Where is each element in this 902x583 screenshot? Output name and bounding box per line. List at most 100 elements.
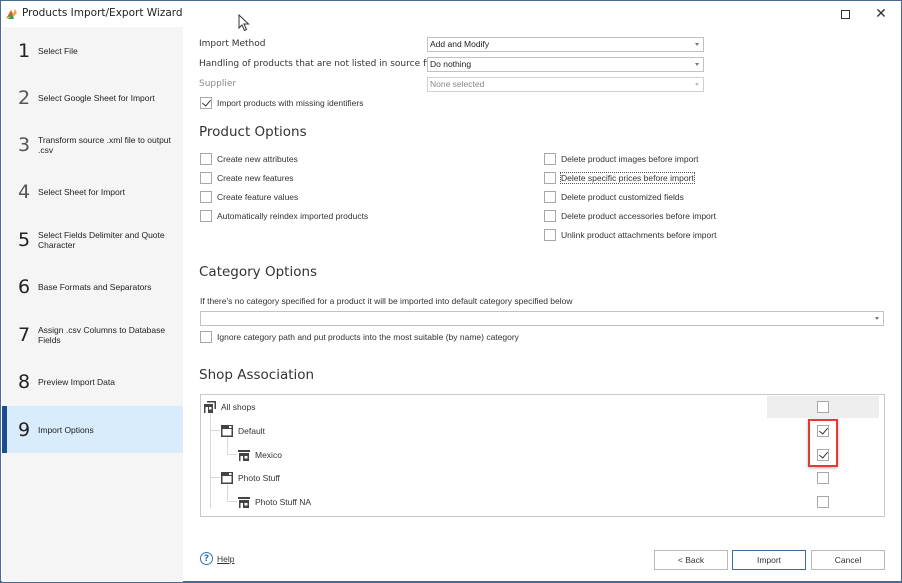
step-select-google-sheet[interactable]: 2 Select Google Sheet for Import: [2, 74, 183, 121]
shop-association-title: Shop Association: [199, 367, 315, 383]
tree-row-mexico[interactable]: Mexico: [201, 444, 884, 466]
tree-row-photo-stuff-na[interactable]: Photo Stuff NA: [201, 491, 884, 513]
step-number: 7: [18, 323, 31, 346]
handling-value: Do nothing: [430, 59, 472, 69]
handling-select[interactable]: Do nothing: [427, 57, 704, 72]
delete-customized-fields-option[interactable]: Delete product customized fields: [544, 190, 684, 204]
import-options-panel: Import Method Add and Modify Handling of…: [184, 27, 901, 582]
maximize-icon: [840, 9, 850, 19]
default-category-select[interactable]: [200, 311, 884, 326]
store-icon: [238, 497, 250, 508]
tree-label: All shops: [221, 402, 256, 412]
shop-window-icon: [221, 425, 233, 437]
chevron-down-icon: [695, 83, 699, 86]
ignore-category-path-option[interactable]: Ignore category path and put products in…: [200, 330, 519, 344]
missing-identifiers-checkbox[interactable]: [200, 97, 212, 109]
photo-stuff-shop-checkbox[interactable]: [817, 472, 829, 484]
all-shops-checkbox[interactable]: [817, 401, 829, 413]
chevron-down-icon: [875, 317, 879, 320]
step-label: Select File: [38, 45, 78, 56]
step-number: 5: [18, 228, 31, 251]
supplier-select[interactable]: None selected: [427, 77, 704, 92]
step-number: 4: [18, 180, 31, 203]
category-description: If there's no category specified for a p…: [200, 296, 573, 306]
step-select-sheet[interactable]: 4 Select Sheet for Import: [2, 168, 183, 215]
create-attributes-option[interactable]: Create new attributes: [200, 152, 298, 166]
close-button[interactable]: ✕: [863, 1, 899, 27]
title-bar: Products Import/Export Wizard ✕: [1, 1, 901, 27]
help-label: Help: [217, 553, 235, 564]
step-number: 9: [18, 418, 31, 441]
delete-specific-prices-option[interactable]: Delete specific prices before import: [544, 171, 695, 185]
step-number: 1: [18, 39, 31, 62]
help-link[interactable]: ? Help: [200, 552, 234, 565]
reindex-products-option[interactable]: Automatically reindex imported products: [200, 209, 368, 223]
app-logo-icon: [6, 9, 17, 19]
store-icon: [238, 450, 250, 461]
step-number: 3: [18, 133, 31, 156]
supplier-value: None selected: [430, 79, 485, 89]
delete-images-checkbox[interactable]: [544, 153, 556, 165]
delete-customized-fields-checkbox[interactable]: [544, 191, 556, 203]
ignore-category-path-checkbox[interactable]: [200, 331, 212, 343]
import-button[interactable]: Import: [732, 550, 806, 570]
delete-specific-prices-checkbox[interactable]: [544, 172, 556, 184]
step-import-options[interactable]: 9 Import Options: [2, 406, 183, 453]
delete-accessories-checkbox[interactable]: [544, 210, 556, 222]
missing-identifiers-option[interactable]: Import products with missing identifiers: [200, 96, 363, 110]
chevron-down-icon: [695, 63, 699, 66]
photo-stuff-na-shop-checkbox[interactable]: [817, 496, 829, 508]
step-label: Select Google Sheet for Import: [38, 92, 155, 103]
option-label: Create feature values: [217, 192, 299, 202]
import-method-label: Import Method: [199, 39, 266, 49]
create-features-checkbox[interactable]: [200, 172, 212, 184]
unlink-attachments-checkbox[interactable]: [544, 229, 556, 241]
reindex-products-checkbox[interactable]: [200, 210, 212, 222]
step-label: Select Sheet for Import: [38, 186, 125, 197]
step-base-formats[interactable]: 6 Base Formats and Separators: [2, 263, 183, 310]
tree-label: Photo Stuff NA: [255, 497, 312, 507]
cancel-button-label: Cancel: [834, 555, 862, 565]
create-features-option[interactable]: Create new features: [200, 171, 294, 185]
step-label: Transform source .xml file to output .cs…: [38, 134, 171, 155]
option-label: Delete product customized fields: [561, 192, 684, 202]
create-attributes-checkbox[interactable]: [200, 153, 212, 165]
step-label: Select Fields Delimiter and Quote Charac…: [38, 229, 165, 250]
step-number: 2: [18, 86, 31, 109]
step-label: Base Formats and Separators: [38, 281, 152, 292]
shop-window-icon: [221, 472, 233, 484]
create-feature-values-option[interactable]: Create feature values: [200, 190, 298, 204]
step-number: 6: [18, 275, 31, 298]
step-preview-import[interactable]: 8 Preview Import Data: [2, 358, 183, 405]
create-feature-values-checkbox[interactable]: [200, 191, 212, 203]
supplier-label: Supplier: [199, 79, 237, 89]
tree-row-default[interactable]: Default: [201, 420, 884, 442]
tree-row-all-shops[interactable]: All shops: [201, 396, 884, 418]
unlink-attachments-option[interactable]: Unlink product attachments before import: [544, 228, 716, 242]
import-method-value: Add and Modify: [430, 39, 490, 49]
import-button-label: Import: [756, 555, 782, 565]
back-button[interactable]: < Back: [654, 550, 728, 570]
tree-label: Default: [238, 426, 265, 436]
handling-label: Handling of products that are not listed…: [199, 59, 437, 69]
close-icon: ✕: [875, 6, 887, 22]
tree-row-photo-stuff[interactable]: Photo Stuff: [201, 467, 884, 489]
step-assign-columns[interactable]: 7 Assign .csv Columns to Database Fields: [2, 311, 183, 358]
step-label: Assign .csv Columns to Database Fields: [38, 324, 166, 345]
step-select-file[interactable]: 1 Select File: [2, 27, 183, 74]
option-label: Create new features: [217, 173, 294, 183]
option-label: Create new attributes: [217, 154, 298, 164]
cancel-button[interactable]: Cancel: [811, 550, 885, 570]
ignore-category-path-label: Ignore category path and put products in…: [217, 332, 519, 342]
step-fields-delimiter[interactable]: 5 Select Fields Delimiter and Quote Char…: [2, 216, 183, 263]
tree-label: Mexico: [255, 450, 282, 460]
maximize-button[interactable]: [827, 1, 863, 27]
import-method-select[interactable]: Add and Modify: [427, 37, 704, 52]
step-label: Preview Import Data: [38, 376, 115, 387]
delete-images-option[interactable]: Delete product images before import: [544, 152, 699, 166]
delete-accessories-option[interactable]: Delete product accessories before import: [544, 209, 716, 223]
step-transform-xml[interactable]: 3 Transform source .xml file to output .…: [2, 121, 183, 168]
missing-identifiers-label: Import products with missing identifiers: [217, 98, 364, 108]
annotation-highlight-box: [808, 419, 838, 467]
chevron-down-icon: [695, 43, 699, 46]
